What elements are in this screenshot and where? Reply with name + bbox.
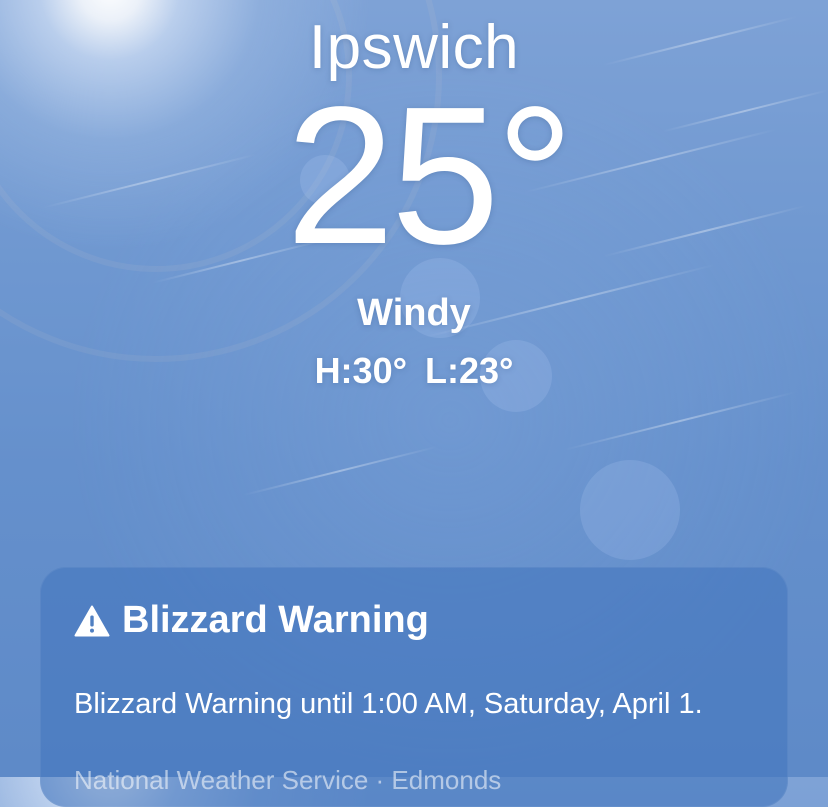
- alert-title-row: Blizzard Warning: [74, 599, 429, 642]
- warning-triangle-icon: [74, 605, 110, 636]
- alert-description: Blizzard Warning until 1:00 AM, Saturday…: [74, 688, 703, 720]
- alert-title: Blizzard Warning: [122, 599, 429, 641]
- current-temperature: 25°: [285, 66, 574, 285]
- alert-source: National Weather Service · Edmonds: [74, 765, 502, 795]
- high-temperature: H:30°: [314, 350, 407, 391]
- severe-weather-alert-card[interactable]: Blizzard Warning Blizzard Warning until …: [40, 567, 788, 807]
- weather-condition: Windy: [357, 292, 471, 334]
- low-temperature: L:23°: [425, 350, 514, 391]
- high-low-temperatures: H:30° L:23°: [0, 350, 828, 392]
